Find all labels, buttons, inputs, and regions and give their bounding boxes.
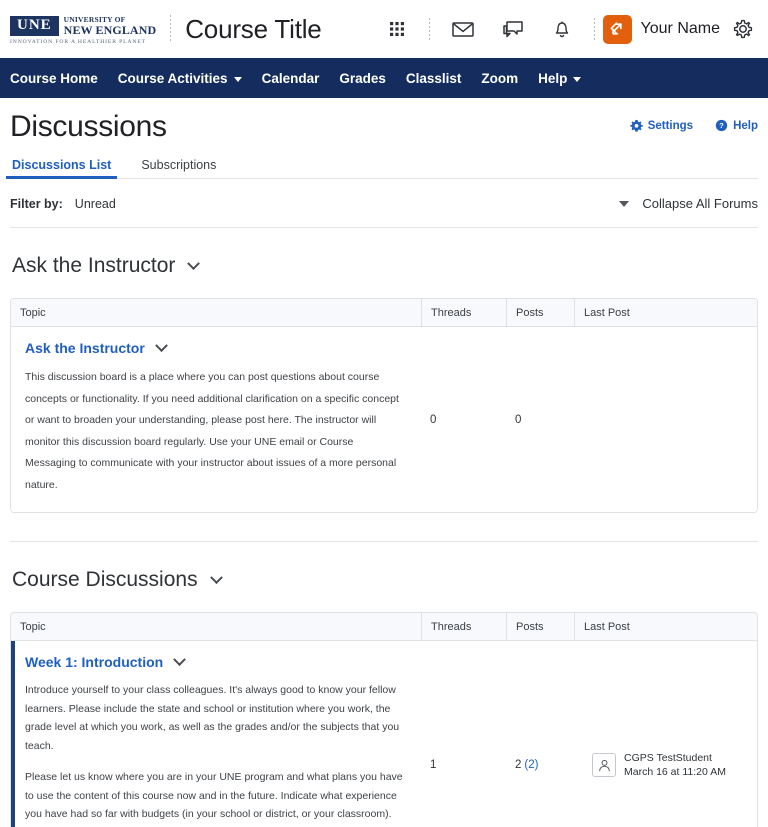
top-bar: UNE UNIVERSITY OF NEW ENGLAND INNOVATION… (0, 0, 768, 58)
collapse-all-label: Collapse All Forums (642, 196, 758, 211)
settings-button[interactable]: Settings (629, 119, 694, 132)
nav-item-calendar[interactable]: Calendar (252, 58, 330, 98)
topic-cell: Week 1: Introduction Introduce yourself … (11, 641, 421, 827)
course-title: Course Title (185, 13, 322, 44)
settings-label: Settings (647, 119, 694, 132)
topic-link[interactable]: Ask the Instructor (25, 340, 145, 356)
gear-icon[interactable] (732, 18, 754, 40)
nav-item-zoom[interactable]: Zoom (471, 58, 528, 98)
svg-text:?: ? (719, 121, 724, 130)
chevron-down-icon (573, 76, 582, 82)
avatar (592, 753, 616, 778)
course-nav-bar: Course Home Course Activities Calendar G… (0, 58, 768, 98)
posts-count: 2 (2) (506, 641, 574, 827)
gear-icon (629, 119, 643, 132)
topic-paragraph: Please let us know where you are in your… (25, 771, 403, 820)
chevron-down-icon[interactable] (187, 256, 201, 270)
nav-label: Help (538, 70, 568, 86)
help-label: Help (733, 119, 758, 132)
column-header-threads[interactable]: Threads (421, 299, 506, 326)
filter-row: Filter by: Unread Collapse All Forums (10, 179, 758, 228)
chat-bubbles-icon[interactable] (488, 19, 538, 40)
page-header: Discussions Settings ? Help (10, 98, 758, 144)
column-header-posts[interactable]: Posts (506, 299, 574, 326)
chevron-down-icon[interactable] (209, 570, 223, 584)
nav-item-help[interactable]: Help (528, 58, 591, 98)
bell-icon[interactable] (538, 19, 586, 40)
nav-label: Grades (339, 70, 386, 86)
page-actions: Settings ? Help (629, 110, 758, 132)
table-row: Week 1: Introduction Introduce yourself … (11, 641, 757, 827)
forum-table-ask-the-instructor: Topic Threads Posts Last Post Ask the In… (10, 298, 758, 513)
topic-description: This discussion board is a place where y… (25, 367, 407, 496)
nav-label: Course Activities (117, 70, 228, 86)
column-header-topic[interactable]: Topic (11, 613, 421, 640)
last-post-author: CGPS TestStudent (624, 752, 712, 765)
tab-discussions-list[interactable]: Discussions List (5, 158, 118, 179)
nav-item-course-home[interactable]: Course Home (10, 58, 108, 98)
icon-divider-2 (593, 18, 595, 40)
page-content: Discussions Settings ? Help Discussions … (0, 98, 768, 827)
topic-paragraph: Introduce yourself to your class colleag… (25, 684, 400, 752)
question-circle-icon: ? (715, 119, 728, 132)
help-button[interactable]: ? Help (715, 119, 758, 132)
tab-subscriptions[interactable]: Subscriptions (139, 158, 218, 178)
forum-header-course-discussions[interactable]: Course Discussions (10, 542, 758, 612)
last-post-cell: CGPS TestStudent March 16 at 11:20 AM (574, 641, 757, 827)
forum-name: Ask the Instructor (12, 254, 176, 277)
table-row: Ask the Instructor This discussion board… (11, 327, 757, 512)
tab-label: Discussions List (12, 158, 112, 172)
chevron-down-icon (233, 76, 242, 82)
topic-paragraph: This discussion board is a place where y… (25, 371, 399, 491)
posts-unread-link[interactable]: (2) (524, 759, 538, 771)
forum-header-ask-the-instructor[interactable]: Ask the Instructor (10, 228, 758, 298)
icon-divider-1 (428, 18, 430, 40)
tab-label: Subscriptions (141, 158, 217, 172)
posts-count: 0 (506, 327, 574, 512)
nav-label: Course Home (10, 70, 98, 86)
collapse-all-forums-button[interactable]: Collapse All Forums (619, 196, 758, 211)
column-header-threads[interactable]: Threads (421, 613, 506, 640)
filter-label: Filter by: (10, 196, 63, 211)
une-logo-mark: UNE (10, 15, 59, 36)
posts-total: 2 (515, 759, 522, 772)
envelope-icon[interactable] (438, 19, 488, 39)
last-post-cell (574, 327, 757, 512)
diagonal-arrows-icon[interactable] (602, 14, 632, 44)
nav-item-course-activities[interactable]: Course Activities (108, 58, 252, 98)
table-header-row: Topic Threads Posts Last Post (11, 613, 757, 641)
posts-total: 0 (515, 413, 522, 426)
une-logo-tagline: INNOVATION FOR A HEALTHIER PLANET (10, 38, 146, 45)
topic-cell: Ask the Instructor This discussion board… (11, 327, 421, 512)
column-header-topic[interactable]: Topic (11, 299, 421, 326)
discussions-tabs: Discussions List Subscriptions (5, 158, 758, 179)
chevron-down-icon[interactable] (154, 338, 168, 352)
threads-count: 1 (430, 759, 437, 772)
nav-label: Calendar (261, 70, 320, 86)
forum-name: Course Discussions (12, 568, 198, 591)
nav-item-grades[interactable]: Grades (329, 58, 396, 98)
nav-label: Classlist (405, 70, 462, 86)
user-name[interactable]: Your Name (641, 20, 720, 38)
column-header-last-post[interactable]: Last Post (574, 299, 757, 326)
forum-table-course-discussions: Topic Threads Posts Last Post Week 1: In… (10, 612, 758, 827)
threads-count: 0 (430, 413, 437, 426)
nav-item-classlist[interactable]: Classlist (396, 58, 472, 98)
apps-grid-icon[interactable] (375, 19, 421, 39)
une-logo[interactable]: UNE UNIVERSITY OF NEW ENGLAND INNOVATION… (10, 14, 156, 45)
column-header-last-post[interactable]: Last Post (574, 613, 757, 640)
top-bar-actions: Your Name (375, 14, 754, 44)
nav-label: Zoom (481, 70, 519, 86)
column-header-posts[interactable]: Posts (506, 613, 574, 640)
une-logo-line2: NEW ENGLAND (63, 22, 157, 37)
chevron-down-icon[interactable] (173, 652, 187, 666)
logo-divider (170, 15, 172, 43)
topic-description: Introduce yourself to your class colleag… (25, 681, 407, 827)
page-title: Discussions (10, 110, 167, 143)
last-post-date: March 16 at 11:20 AM (624, 766, 726, 779)
table-header-row: Topic Threads Posts Last Post (11, 299, 757, 327)
caret-down-icon (619, 200, 630, 207)
topic-link[interactable]: Week 1: Introduction (25, 654, 163, 670)
filter-value[interactable]: Unread (75, 197, 116, 211)
